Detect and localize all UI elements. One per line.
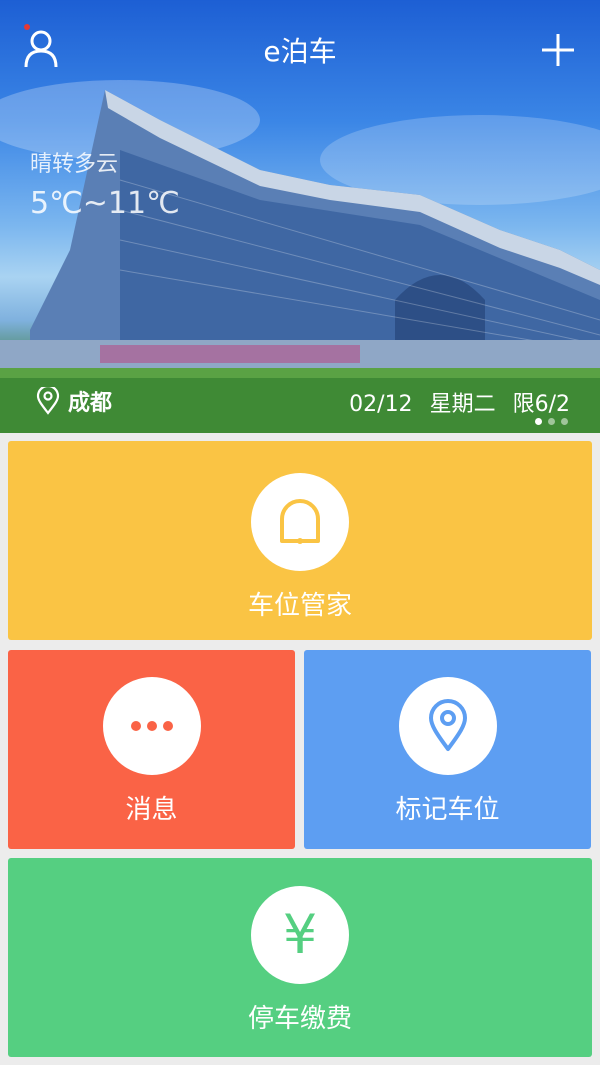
- carousel-dot: [548, 418, 555, 425]
- parking-manager-label: 车位管家: [247, 591, 352, 621]
- yen-icon: ¥: [282, 903, 318, 966]
- city-name: 成都: [68, 391, 113, 416]
- parking-payment-icon-circle: ¥: [251, 886, 349, 984]
- date-info: 02/12 星期二 限6/2: [339, 386, 570, 418]
- parking-payment-label: 停车缴费: [247, 1004, 352, 1034]
- banner[interactable]: e泊车 晴转多云 5℃~11℃ 成都 02/12 星期二 限6/2: [0, 0, 600, 433]
- messages-tile[interactable]: 消息: [8, 650, 295, 849]
- parking-manager-tile[interactable]: 车位管家: [8, 441, 592, 640]
- page-title: e泊车: [263, 35, 337, 68]
- carousel-dot: [561, 418, 568, 425]
- more-dots-icon: [130, 721, 173, 731]
- map-pin-icon: [428, 699, 467, 751]
- date-text: 02/12: [349, 392, 413, 417]
- bell-icon: [280, 499, 320, 544]
- messages-label: 消息: [125, 795, 178, 825]
- parking-payment-tile[interactable]: ¥ 停车缴费: [8, 858, 592, 1057]
- weather-temperature: 5℃~11℃: [30, 186, 180, 221]
- location-pin-icon: [36, 387, 60, 415]
- traffic-restriction: 限6/2: [512, 392, 570, 417]
- messages-icon-circle: [102, 677, 201, 775]
- weekday-text: 星期二: [429, 392, 496, 417]
- mark-spot-icon-circle: [398, 677, 497, 775]
- top-bar: e泊车: [0, 0, 600, 100]
- carousel-dot: [535, 418, 542, 425]
- mark-spot-label: 标记车位: [395, 795, 500, 825]
- plus-icon: [542, 34, 574, 66]
- weather-description: 晴转多云: [30, 152, 119, 177]
- carousel-indicator: [535, 418, 568, 425]
- parking-manager-icon-circle: [251, 473, 349, 571]
- add-button[interactable]: [538, 30, 578, 70]
- city-selector[interactable]: 成都: [36, 385, 112, 417]
- mark-spot-tile[interactable]: 标记车位: [304, 650, 591, 849]
